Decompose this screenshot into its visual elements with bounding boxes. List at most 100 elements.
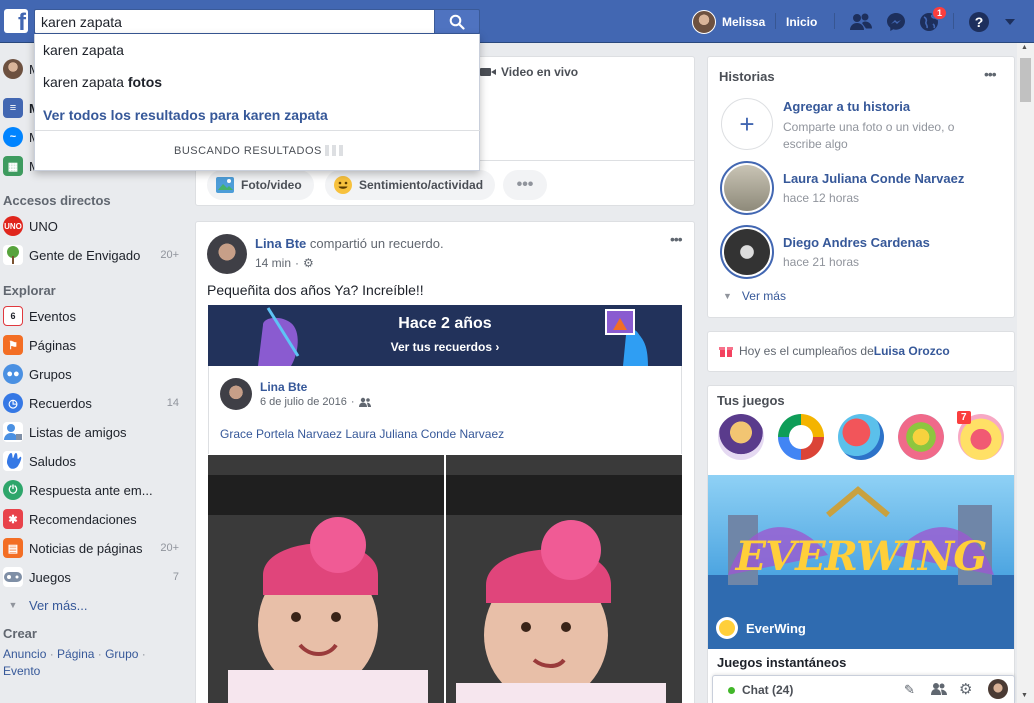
gamepad-icon [3,567,23,587]
online-status-icon [728,686,735,694]
sidebar-item-pokes[interactable]: Saludos [3,450,179,472]
create-ad-link[interactable]: Anuncio [3,647,46,661]
game-icon[interactable] [718,414,764,460]
baby-photo-icon [208,455,444,703]
shared-post-date[interactable]: 6 de julio de 2016 [260,396,347,408]
everwing-icon [716,617,738,639]
scrollbar-thumb[interactable] [1020,58,1031,102]
memory-banner[interactable]: Hace 2 años Ver tus recuerdos › [208,305,682,366]
memories-clock-icon: ◷ [3,393,23,413]
chevron-down-icon: ▼ [723,291,732,301]
everwing-label: EverWing [716,617,806,639]
chat-label[interactable]: Chat (24) [728,683,793,697]
add-story-subtitle: Comparte una foto o un video, o escribe … [783,120,955,151]
photo-video-button[interactable]: Foto/video [207,170,314,200]
instant-games-heading: Juegos instantáneos [717,655,847,670]
chat-settings-gear-icon[interactable]: ⚙ [959,680,972,698]
facebook-logo-icon[interactable]: f [4,9,28,33]
page-scrollbar[interactable] [1017,43,1034,703]
post-timestamp[interactable]: 14 min [255,256,291,270]
stories-heading: Historias [719,69,775,84]
story-time: hace 21 horas [783,255,860,269]
chat-contact-avatar[interactable] [988,679,1008,699]
home-link[interactable]: Inicio [786,0,817,43]
more-options-icon[interactable]: ••• [503,170,547,200]
divider [953,13,954,29]
sidebar-item-pages[interactable]: ⚑ Páginas [3,334,179,356]
loading-spinner-icon [325,145,343,156]
live-video-tab[interactable]: Video en vivo [480,65,578,79]
loading-label: BUSCANDO RESULTADOS [174,145,322,157]
sidebar-item-friend-lists[interactable]: Listas de amigos [3,421,179,443]
gift-icon [719,347,733,357]
sidebar-item-events[interactable]: 6 Eventos [3,305,179,327]
game-icon[interactable] [898,414,944,460]
explore-heading: Explorar [3,283,56,298]
game-icon[interactable] [838,414,884,460]
post-author-avatar[interactable] [207,234,247,274]
new-message-icon[interactable]: ✎ [904,682,915,698]
profile-name: Melissa [722,14,766,29]
shared-author-link[interactable]: Lina Bte [260,380,307,394]
video-camera-icon [480,68,496,76]
baby-photo-icon [446,455,682,703]
stories-see-more-link[interactable]: ▼ Ver más [723,289,786,303]
groups-icon: ●● [3,364,23,384]
post-text: Pequeñita dos años Ya? Increíble!! [207,282,424,298]
create-event-link[interactable]: Evento [3,664,40,678]
sidebar-item-uno[interactable]: UNO UNO [3,215,179,237]
friends-audience-icon [358,397,371,407]
shared-author-avatar[interactable] [220,378,252,410]
friend-list-icon [3,422,23,442]
post-photo-1[interactable] [208,455,444,703]
post-photo-2[interactable] [446,455,682,703]
create-group-link[interactable]: Grupo [105,647,138,661]
post-meta: 14 min · ⚙ [255,256,314,270]
account-menu-chevron-down-icon[interactable] [998,10,1022,34]
smiley-icon [334,176,352,194]
see-memories-link[interactable]: Ver tus recuerdos › [208,340,682,354]
sidebar-item-crisis-response[interactable]: ⏻ Respuesta ante em... [3,479,179,501]
calendar-icon: 6 [3,306,23,326]
suggestion-item[interactable]: karen zapata fotos [43,74,162,90]
see-all-results-link[interactable]: Ver todos los resultados para karen zapa… [43,107,328,123]
birthday-person-link[interactable]: Luisa Orozco [874,344,950,358]
sidebar-item-groups[interactable]: ●● Grupos [3,363,179,385]
create-page-link[interactable]: Página [57,647,94,661]
sidebar-item-memories[interactable]: ◷ Recuerdos 14 [3,392,179,414]
see-more-link[interactable]: ▼ Ver más... [3,594,179,616]
friend-requests-icon[interactable] [849,10,873,34]
news-feed-icon: ≡ [3,98,23,118]
story-name[interactable]: Diego Andres Cardenas [783,235,930,250]
feeling-activity-button[interactable]: Sentimiento/actividad [325,170,496,200]
suggestion-item[interactable]: karen zapata [43,42,124,58]
story-name[interactable]: Laura Juliana Conde Narvaez [783,171,964,186]
photo-icon [216,177,234,193]
add-story-plus-icon[interactable]: + [721,98,773,150]
search-button[interactable] [434,9,480,34]
create-heading: Crear [3,626,37,641]
stories-options-icon[interactable]: ••• [984,66,997,82]
create-group-icon[interactable] [931,682,947,699]
story-avatar[interactable] [720,161,774,215]
tagged-people[interactable]: Grace Portela Narvaez Laura Juliana Cond… [220,427,504,441]
sidebar-item-recommendations[interactable]: ✱ Recomendaciones [3,508,179,530]
everwing-featured-game[interactable]: EVERWING EverWing [708,475,1014,649]
post-author-link[interactable]: Lina Bte [255,236,306,251]
post-options-icon[interactable]: ••• [670,231,683,247]
help-icon[interactable]: ? [967,10,991,34]
scroll-up-arrow-icon[interactable]: ▲ [1021,44,1028,51]
profile-link[interactable]: Melissa [692,0,765,43]
sidebar-item-games[interactable]: Juegos 7 [3,566,179,588]
add-to-story-link[interactable]: Agregar a tu historia [783,99,910,114]
story-avatar[interactable] [720,225,774,279]
avatar [692,9,716,34]
sidebar-item-pages-feed[interactable]: ▤ Noticias de páginas 20+ [3,537,179,559]
birthday-notice: Hoy es el cumpleaños de Luisa Orozco [719,344,950,358]
search-input[interactable] [34,9,434,34]
messenger-icon[interactable] [884,10,908,34]
sidebar-item-gente-de-envigado[interactable]: Gente de Envigado 20+ [3,244,179,266]
scroll-down-arrow-icon[interactable]: ▼ [1021,692,1028,699]
search-suggestions-dropdown: karen zapata karen zapata fotos Ver todo… [34,34,481,171]
game-icon[interactable] [778,414,824,460]
